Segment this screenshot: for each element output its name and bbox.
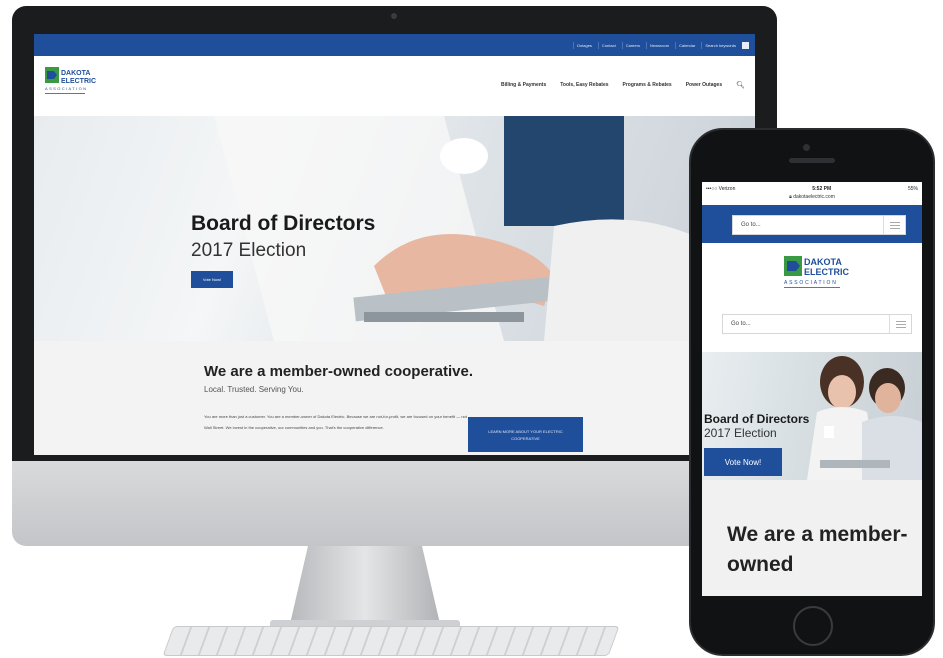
svg-text:DAKOTA: DAKOTA xyxy=(804,257,842,267)
intro-section: We are a member-owned cooperative. Local… xyxy=(34,341,755,455)
address-bar[interactable]: 🔒︎ dakotaelectric.com xyxy=(702,194,922,205)
front-camera-icon xyxy=(803,144,810,151)
hero-subtitle: 2017 Election xyxy=(191,240,307,261)
nav-outages[interactable]: Power Outages xyxy=(686,82,722,88)
utility-bar: Outages Contact Careers Newsroom Calenda… xyxy=(34,34,755,56)
mobile-intro-title: We are a member-owned xyxy=(727,523,908,576)
goto-select-label-secondary: Go to... xyxy=(731,321,751,327)
keyboard xyxy=(162,626,620,656)
device-mockup: Outages Contact Careers Newsroom Calenda… xyxy=(0,0,943,658)
utility-link-outages[interactable]: Outages xyxy=(572,41,595,49)
intro-subtitle: Local. Trusted. Serving You. xyxy=(204,385,304,394)
svg-text:DAKOTA: DAKOTA xyxy=(61,70,90,77)
carrier-label: •••○○ Verizon xyxy=(706,185,736,192)
utility-search-icon[interactable] xyxy=(742,41,749,49)
mobile-site: •••○○ Verizon 5:52 PM 55% 🔒︎ dakotaelect… xyxy=(702,182,922,596)
utility-link-calendar[interactable]: Calendar xyxy=(675,41,698,49)
speaker-grille xyxy=(789,158,835,163)
nav-programs[interactable]: Programs & Rebates xyxy=(623,82,672,88)
camera-icon xyxy=(391,13,397,19)
vote-now-button[interactable]: Vote Now! xyxy=(191,271,233,288)
hero-banner: Board of Directors 2017 Election Vote No… xyxy=(34,116,755,341)
home-button[interactable] xyxy=(793,606,833,646)
mobile-vote-now-button[interactable]: Vote Now! xyxy=(704,448,782,476)
svg-text:ELECTRIC: ELECTRIC xyxy=(804,267,850,277)
search-icon[interactable]: 🔍︎ xyxy=(736,81,745,89)
mobile-hero: Board of Directors 2017 Election Vote No… xyxy=(702,352,922,480)
battery-label: 55% xyxy=(907,185,918,192)
utility-link-careers[interactable]: Careers xyxy=(621,41,643,49)
lock-icon: 🔒︎ xyxy=(789,194,792,200)
imac-chin xyxy=(12,461,777,546)
hero-photo xyxy=(214,116,744,341)
svg-text:ASSOCIATION: ASSOCIATION xyxy=(784,280,838,286)
mobile-intro-section: We are a member-owned xyxy=(702,480,922,596)
hero-title: Board of Directors xyxy=(191,212,376,235)
main-nav: Billing & Payments Tools, Easy Rebates P… xyxy=(501,81,745,89)
dakota-electric-logo-mobile[interactable]: DAKOTA ELECTRIC ASSOCIATION xyxy=(783,254,855,292)
intro-title: We are a member-owned cooperative. xyxy=(204,363,473,380)
desktop-site: Outages Contact Careers Newsroom Calenda… xyxy=(34,34,755,455)
clock: 5:52 PM xyxy=(812,185,832,192)
utility-search-input[interactable]: Search keywords xyxy=(701,41,739,49)
menu-icon-secondary[interactable] xyxy=(889,315,911,333)
iphone-device: •••○○ Verizon 5:52 PM 55% 🔒︎ dakotaelect… xyxy=(689,128,935,656)
site-header: DAKOTA ELECTRIC ASSOCIATION Billing & Pa… xyxy=(34,56,755,116)
intro-body: You are more than just a customer. You a… xyxy=(204,414,467,430)
svg-text:ELECTRIC: ELECTRIC xyxy=(61,78,96,85)
mobile-nav-bar: Go to... xyxy=(702,205,922,243)
learn-more-button[interactable]: LEARN MORE ABOUT YOUR ELECTRIC COOPERATI… xyxy=(468,417,583,452)
nav-tools[interactable]: Tools, Easy Rebates xyxy=(560,82,608,88)
imac-stand xyxy=(290,546,440,624)
mobile-hero-title: Board of Directors xyxy=(704,412,810,426)
goto-select-label: Go to... xyxy=(741,222,761,228)
nav-billing[interactable]: Billing & Payments xyxy=(501,82,546,88)
menu-icon[interactable] xyxy=(883,216,905,234)
imac-device: Outages Contact Careers Newsroom Calenda… xyxy=(12,6,777,546)
dakota-electric-logo[interactable]: DAKOTA ELECTRIC ASSOCIATION xyxy=(44,66,100,98)
goto-select-secondary[interactable]: Go to... xyxy=(722,314,912,334)
utility-link-newsroom[interactable]: Newsroom xyxy=(645,41,672,49)
mobile-hero-subtitle: 2017 Election xyxy=(704,426,777,440)
svg-text:ASSOCIATION: ASSOCIATION xyxy=(45,86,87,91)
url-text: dakotaelectric.com xyxy=(793,194,835,200)
utility-link-contact[interactable]: Contact xyxy=(597,41,619,49)
goto-select-top[interactable]: Go to... xyxy=(732,215,906,235)
